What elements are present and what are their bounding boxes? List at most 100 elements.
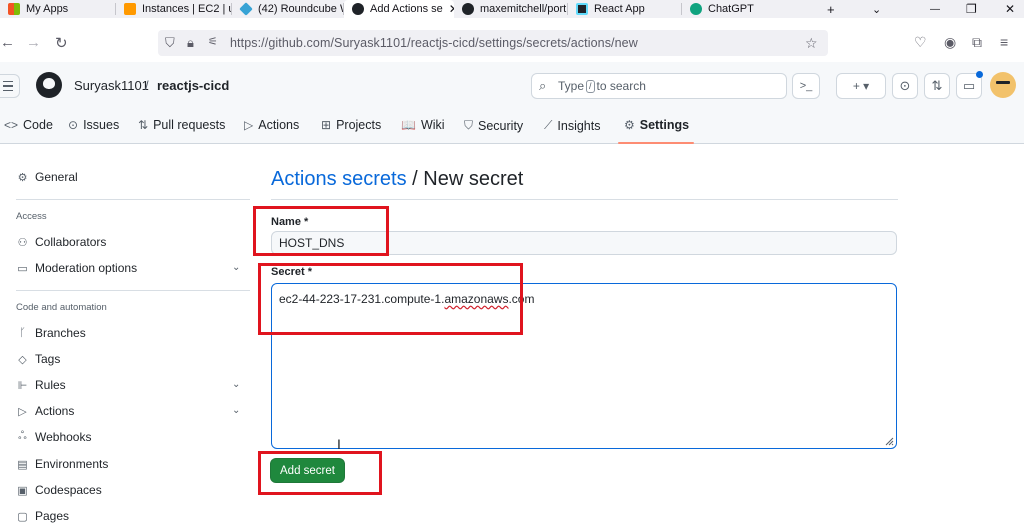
- tab-pull-requests[interactable]: ⇅ Pull requests: [138, 118, 225, 132]
- gear-icon: ⚙: [17, 171, 28, 184]
- page-title-rest: / New secret: [406, 168, 524, 190]
- chevron-down-icon[interactable]: ⌄: [232, 405, 240, 416]
- sidebar-divider: [16, 199, 250, 200]
- sidebar-item-tags[interactable]: ◇ Tags: [16, 352, 60, 366]
- search-placeholder-pre: Type: [558, 79, 585, 93]
- breadcrumb-owner[interactable]: Suryask1101: [74, 78, 149, 93]
- tab-label: Add Actions se: [370, 3, 443, 15]
- tab-label: Pull requests: [153, 118, 226, 132]
- tab-actions[interactable]: ▷ Actions: [244, 118, 299, 132]
- tag-icon: ◇: [18, 353, 27, 366]
- menu-icon[interactable]: ≡: [1000, 34, 1008, 50]
- sidebar-item-webhooks[interactable]: ஃ Webhooks: [16, 430, 91, 444]
- browser-tab-roundcube[interactable]: (42) Roundcube W: [232, 0, 344, 18]
- rules-icon: ⊩: [17, 379, 28, 392]
- sidebar-item-branches[interactable]: ᚴ Branches: [16, 326, 86, 340]
- shield-icon: ⛉: [464, 118, 474, 132]
- sidebar-item-collaborators[interactable]: ⚇ Collaborators: [16, 235, 107, 249]
- tab-label: Code: [23, 118, 53, 132]
- annotation-box-secret: [258, 263, 523, 335]
- account-icon[interactable]: ◉: [944, 34, 956, 51]
- maximize-window-button[interactable]: ❐: [966, 0, 977, 18]
- bookmark-star-icon[interactable]: ☆: [805, 35, 818, 52]
- sidebar-item-label: General: [35, 170, 78, 184]
- tab-settings[interactable]: ⚙ Settings: [624, 118, 689, 132]
- avatar[interactable]: [990, 72, 1016, 98]
- tab-insights[interactable]: ⟋ Insights: [544, 118, 601, 133]
- pocket-icon[interactable]: ♡: [914, 34, 927, 51]
- breadcrumb-repo[interactable]: reactjs-cicd: [157, 78, 229, 93]
- search-placeholder-post: to search: [596, 79, 646, 93]
- command-palette-button[interactable]: >_: [792, 73, 820, 99]
- issues-icon[interactable]: ⊙: [892, 73, 918, 99]
- openai-icon: [690, 3, 702, 15]
- url-bar[interactable]: ⛉ 🔒︎ ⚟ https://github.com/Suryask1101/re…: [158, 30, 828, 56]
- annotation-box-name: [253, 206, 389, 256]
- github-icon: [352, 3, 364, 15]
- tab-label: Projects: [336, 118, 382, 132]
- permissions-icon[interactable]: ⚟: [208, 35, 218, 48]
- tab-projects[interactable]: ⊞ Projects: [321, 118, 381, 132]
- sidebar-item-label: Collaborators: [35, 235, 107, 249]
- tab-issues[interactable]: ⊙ Issues: [68, 118, 119, 132]
- forward-arrow-icon[interactable]: →: [26, 34, 41, 51]
- hamburger-menu-icon[interactable]: [0, 74, 20, 98]
- roundcube-icon: [239, 2, 253, 16]
- webhook-icon: ஃ: [18, 430, 27, 442]
- pull-requests-icon[interactable]: ⇅: [924, 73, 950, 99]
- back-arrow-icon[interactable]: ←: [0, 34, 15, 51]
- aws-icon: [124, 3, 136, 15]
- sidebar-item-label: Moderation options: [35, 261, 138, 275]
- tab-label: Insights: [557, 118, 601, 133]
- close-window-button[interactable]: ✕: [1005, 0, 1015, 18]
- title-divider: [271, 199, 898, 200]
- page-title: Actions secrets / New secret: [271, 168, 523, 191]
- sidebar-item-pages[interactable]: ▢ Pages: [16, 509, 69, 523]
- sidebar-item-label: Branches: [35, 326, 86, 340]
- shield-icon[interactable]: ⛉: [165, 35, 175, 51]
- sidebar-item-actions[interactable]: ▷ Actions: [16, 404, 74, 418]
- browser-tab-ec2[interactable]: Instances | EC2 | u: [116, 0, 232, 18]
- reload-icon[interactable]: ↻: [55, 34, 68, 52]
- annotation-box-button: [258, 451, 382, 495]
- sidebar-item-codespaces[interactable]: ▣ Codespaces: [16, 483, 101, 497]
- gear-icon: ⚙: [624, 118, 635, 132]
- github-logo-icon[interactable]: [36, 72, 62, 98]
- chevron-down-icon[interactable]: ⌄: [232, 379, 240, 390]
- browser-tab-my-apps[interactable]: My Apps: [0, 0, 116, 18]
- extensions-icon[interactable]: ⧉: [972, 34, 982, 51]
- search-input[interactable]: ⌕ Type / to search: [531, 73, 787, 99]
- sidebar-item-rules[interactable]: ⊩ Rules: [16, 378, 66, 392]
- browser-tab-add-actions-secret[interactable]: Add Actions se ✕: [344, 0, 454, 18]
- tab-security[interactable]: ⛉ Security: [464, 118, 523, 133]
- sidebar-item-environments[interactable]: ▤ Environments: [16, 457, 108, 471]
- sidebar-item-moderation[interactable]: ▭ Moderation options: [16, 261, 137, 275]
- browser-tab-chatgpt[interactable]: ChatGPT: [682, 0, 796, 18]
- tab-label: maxemitchell/port: [480, 3, 567, 15]
- book-icon: 📖: [401, 118, 416, 132]
- tab-wiki[interactable]: 📖 Wiki: [401, 118, 445, 132]
- resize-handle-icon[interactable]: [884, 436, 894, 446]
- play-icon: ▷: [18, 405, 27, 418]
- sidebar-item-general[interactable]: ⚙ General: [16, 170, 78, 184]
- sidebar-heading-access: Access: [16, 211, 47, 222]
- tab-code[interactable]: <> Code: [4, 118, 53, 132]
- tab-list-chevron-icon[interactable]: ⌄: [872, 0, 881, 18]
- microsoft-icon: [8, 3, 20, 15]
- breadcrumb-separator: /: [145, 78, 149, 93]
- tab-label: Instances | EC2 | u: [142, 3, 232, 15]
- sidebar-item-label: Webhooks: [35, 430, 92, 444]
- codespaces-icon: ▣: [17, 484, 28, 497]
- minimize-window-button[interactable]: —: [930, 0, 940, 18]
- play-icon: ▷: [244, 118, 254, 132]
- browser-tab-maxemitchell[interactable]: maxemitchell/port: [454, 0, 568, 18]
- lock-icon[interactable]: 🔒︎: [187, 35, 194, 51]
- new-tab-button[interactable]: +: [827, 0, 835, 18]
- browser-tab-react-app[interactable]: React App: [568, 0, 682, 18]
- actions-secrets-link[interactable]: Actions secrets: [271, 168, 407, 190]
- create-new-button[interactable]: + ▾: [836, 73, 886, 99]
- chevron-down-icon[interactable]: ⌄: [232, 262, 240, 273]
- url-text[interactable]: https://github.com/Suryask1101/reactjs-c…: [230, 36, 638, 50]
- browser-icon: ▢: [17, 510, 28, 523]
- search-shortcut-key: /: [586, 79, 595, 93]
